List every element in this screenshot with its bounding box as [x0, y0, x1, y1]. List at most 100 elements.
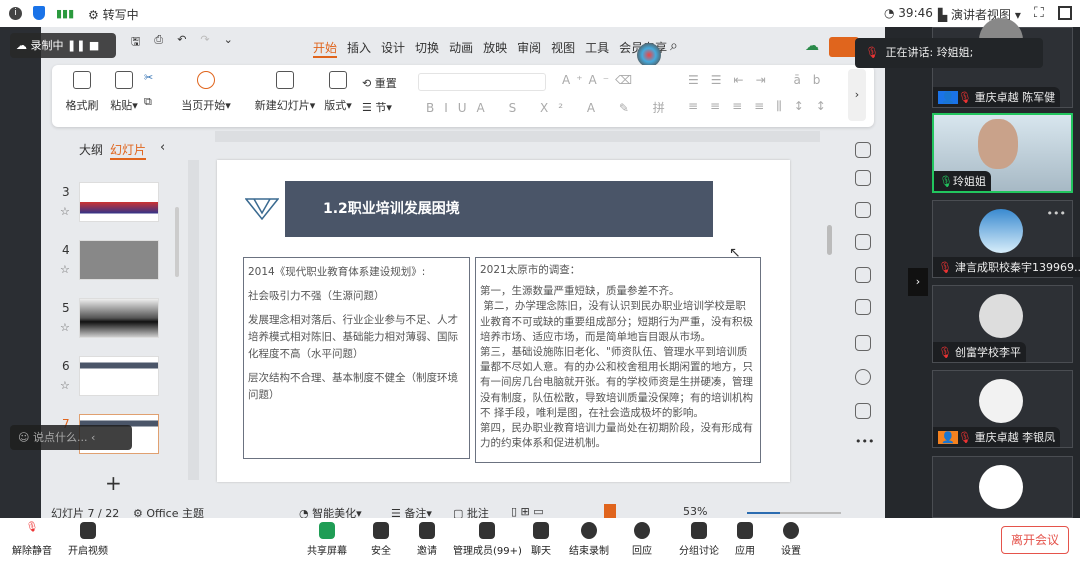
shape-icon[interactable]: [855, 299, 871, 315]
slide-thumbnail-3[interactable]: [79, 182, 159, 222]
chat-label: 聊天: [531, 546, 551, 557]
tab-animation[interactable]: 动画: [449, 39, 473, 58]
section-button[interactable]: ☰ 节▾: [362, 99, 392, 115]
star-icon[interactable]: [855, 202, 871, 218]
slide-thumbnail-6[interactable]: [79, 356, 159, 396]
book-icon[interactable]: [855, 335, 871, 351]
pane-scrollbar[interactable]: [175, 207, 179, 277]
ribbon-scroll-right[interactable]: ›: [848, 69, 866, 121]
tab-slideshow[interactable]: 放映: [483, 39, 507, 58]
share-screen-icon: [319, 522, 335, 539]
mouse-cursor: ↖: [729, 245, 741, 261]
participant-tile[interactable]: 👤 🎙 重庆卓越 李银凤: [932, 370, 1073, 448]
right-text-box[interactable]: 2021太原市的调查： 第一，生源数量严重短缺，质量参差不齐。 第二，办学理念陈…: [475, 257, 761, 463]
zoom-slider[interactable]: [747, 512, 841, 514]
outline-tab[interactable]: 大纲: [79, 141, 103, 158]
list-buttons[interactable]: ☰☰⇤⇥ āb: [688, 73, 832, 87]
chat-button[interactable]: 聊天: [531, 522, 551, 557]
right-box-body: 第一，生源数量严重短缺，质量参差不齐。 第二，办学理念陈旧，没有认识到民办职业培…: [480, 285, 753, 450]
react-button[interactable]: 回应: [632, 522, 652, 557]
font-select[interactable]: [418, 73, 546, 91]
start-from-current-button[interactable]: 当页开始▾: [178, 71, 234, 113]
cloud-sync-icon[interactable]: ☁: [805, 38, 819, 54]
play-slideshow-button[interactable]: [604, 504, 616, 518]
view-normal-icon[interactable]: ▯ ⊞ ▭: [511, 505, 544, 518]
clipboard-icon: [115, 71, 133, 89]
slide-thumbnail-4[interactable]: [79, 240, 159, 280]
fullscreen-icon[interactable]: ⛶: [1034, 5, 1044, 21]
participant-tile-active[interactable]: 🎙玲姐姐: [932, 113, 1073, 193]
format-painter-button[interactable]: 格式刷: [64, 71, 100, 113]
settings-icon[interactable]: [855, 403, 871, 419]
more-icon[interactable]: •••: [855, 435, 874, 448]
participant-tile[interactable]: [932, 456, 1073, 518]
font-style-buttons[interactable]: BIUA S X² A ✎ 拼: [426, 99, 675, 116]
participant-tile[interactable]: ••• 🎙 津言成职校秦宇139969...: [932, 200, 1080, 278]
help-icon[interactable]: [855, 369, 871, 385]
apps-button[interactable]: 应用: [735, 522, 755, 557]
star-icon[interactable]: ☆: [60, 379, 70, 392]
star-icon[interactable]: ☆: [60, 263, 70, 276]
tab-start[interactable]: 开始: [313, 39, 338, 58]
recording-badge[interactable]: ☁ 录制中 ❚❚ ■: [10, 33, 116, 58]
redo-icon[interactable]: ↷: [200, 33, 209, 52]
slide-canvas[interactable]: 1.2职业培训发展困境 2014《现代职业教育体系建设规划》: 社会吸引力不强（…: [217, 160, 790, 482]
share-screen-button[interactable]: 共享屏幕: [307, 522, 347, 557]
star-icon[interactable]: ☆: [60, 321, 70, 334]
copy-icon[interactable]: [855, 234, 871, 250]
layout-icon[interactable]: [1058, 6, 1072, 20]
info-icon[interactable]: i: [9, 7, 22, 20]
left-text-box[interactable]: 2014《现代职业教育体系建设规划》: 社会吸引力不强（生源问题） 发展理念相对…: [243, 257, 470, 459]
slide-number: 3: [62, 185, 70, 199]
alignment-buttons[interactable]: ≡≡≡≡⫼↕↕: [688, 99, 838, 114]
zoom-level[interactable]: 53%: [683, 505, 707, 518]
settings-button[interactable]: 设置: [781, 522, 801, 557]
start-video-button[interactable]: 开启视频: [68, 522, 108, 557]
slide-thumbnail-5[interactable]: [79, 298, 159, 338]
undo-icon[interactable]: ↶: [177, 33, 186, 52]
transcribing-status[interactable]: ⚙ 转写中: [88, 6, 139, 23]
security-button[interactable]: 安全: [371, 522, 391, 557]
save-icon[interactable]: 🖫: [131, 33, 140, 52]
layout-button[interactable]: 版式▾: [320, 71, 356, 113]
reset-button[interactable]: ⟲ 重置: [362, 75, 397, 91]
chat-input[interactable]: ☺ 说点什么... ‹: [10, 425, 132, 450]
slide-title[interactable]: 1.2职业培训发展困境: [285, 181, 713, 237]
right-box-heading: 2021太原市的调查：: [480, 264, 581, 276]
unmute-button[interactable]: 🎙 解除静音: [12, 522, 52, 557]
breakout-button[interactable]: 分组讨论: [679, 522, 719, 557]
more-icon[interactable]: •••: [1047, 207, 1066, 220]
manage-members-button[interactable]: 管理成员(99+): [453, 522, 522, 557]
expand-panel-button[interactable]: ›: [908, 268, 928, 296]
tab-review[interactable]: 审阅: [517, 39, 541, 58]
transform-icon[interactable]: [855, 267, 871, 283]
participant-tile[interactable]: 🎙 创富学校李平: [932, 285, 1073, 363]
star-icon[interactable]: ☆: [60, 205, 70, 218]
tab-transition[interactable]: 切换: [415, 39, 439, 58]
search-icon[interactable]: ⌕: [670, 38, 678, 54]
more-icon[interactable]: ⌄: [224, 33, 233, 52]
adjust-icon[interactable]: [855, 170, 871, 186]
ai-assistant-icon[interactable]: [637, 43, 661, 67]
end-recording-button[interactable]: 结束录制: [569, 522, 609, 557]
paste-button[interactable]: 粘贴▾: [106, 71, 142, 113]
leave-meeting-button[interactable]: 离开会议: [1001, 526, 1069, 554]
collapse-icon[interactable]: [855, 142, 871, 158]
react-label: 回应: [632, 546, 652, 557]
cut-icon[interactable]: ✂: [144, 71, 153, 84]
tab-view[interactable]: 视图: [551, 39, 575, 58]
signal-icon[interactable]: ▮▮▮: [56, 7, 74, 20]
collapse-pane-icon[interactable]: ‹: [160, 140, 165, 155]
print-icon[interactable]: ⎙: [154, 33, 163, 52]
font-size-buttons[interactable]: A⁺A⁻⌫: [562, 73, 638, 87]
invite-button[interactable]: 邀请: [417, 522, 437, 557]
add-slide-button[interactable]: +: [105, 471, 122, 495]
tab-design[interactable]: 设计: [381, 39, 405, 58]
shield-icon[interactable]: [33, 6, 45, 20]
canvas-scrollbar[interactable]: [827, 225, 832, 255]
new-slide-button[interactable]: 新建幻灯片▾: [250, 71, 320, 113]
copy-icon[interactable]: ⧉: [144, 95, 152, 109]
tab-tools[interactable]: 工具: [585, 39, 609, 58]
slides-tab[interactable]: 幻灯片: [110, 141, 147, 160]
tab-insert[interactable]: 插入: [347, 39, 371, 58]
